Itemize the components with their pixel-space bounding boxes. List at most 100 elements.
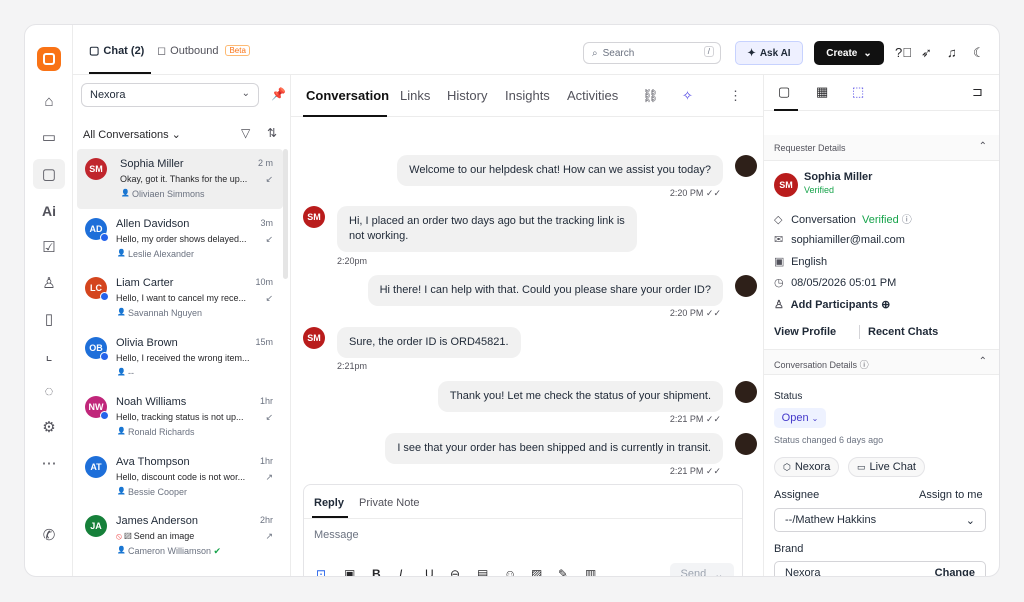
conversation-details-header[interactable]: Conversation Details ⓘ ⌃ xyxy=(764,349,999,375)
assignee-value: --/Mathew Hakkins xyxy=(785,514,877,526)
send-button[interactable]: Send ⌄ xyxy=(670,563,734,576)
conversation-item[interactable]: JA James Anderson 2hr ⦸ ▨ Send an image … xyxy=(73,506,283,566)
verified-label: Verified xyxy=(804,185,835,195)
ask-ai-label: Ask AI xyxy=(759,47,791,59)
requester-avatar: SM xyxy=(774,173,798,197)
last-message-text: Send an image xyxy=(133,531,195,541)
assigned-agent: -- xyxy=(117,368,134,378)
underline-icon[interactable]: U xyxy=(425,567,434,576)
shield-icon: ◇ xyxy=(774,214,783,226)
recent-chats-link[interactable]: Recent Chats xyxy=(868,326,938,338)
add-participants-button[interactable]: ♙ Add Participants ⊕ xyxy=(774,298,890,311)
user-icon[interactable]: ♙ xyxy=(37,271,61,295)
chevron-up-icon: ⌃ xyxy=(978,356,987,367)
link-icon[interactable]: ⛓ xyxy=(642,88,659,104)
tab-history[interactable]: History xyxy=(447,88,487,103)
ai-compose-icon[interactable]: ⊡ xyxy=(316,567,326,576)
more-vertical-icon[interactable]: ⋮ xyxy=(729,88,742,104)
conversation-panel: Conversation Links History Insights Acti… xyxy=(291,75,763,576)
conversation-item[interactable]: AT Ava Thompson 1hr Hello, discount code… xyxy=(73,447,283,507)
conversation-item[interactable]: SM Sophia Miller 2 m Okay, got it. Thank… xyxy=(77,149,283,209)
canned-response-icon[interactable]: ▣ xyxy=(344,567,355,576)
email-value: sophiamiller@mail.com xyxy=(791,234,905,246)
info-icon: ⓘ xyxy=(859,360,869,370)
chevron-up-icon: ⌃ xyxy=(978,141,987,152)
tab-outbound[interactable]: ◻ Outbound Beta xyxy=(157,44,250,57)
direction-icon: ↙ xyxy=(265,174,273,184)
contact-name: Allen Davidson xyxy=(116,217,190,230)
more-icon[interactable]: ⋯ xyxy=(37,451,61,475)
ticket-icon[interactable]: ▭ xyxy=(37,125,61,149)
status-select[interactable]: Open ⌄ xyxy=(774,408,826,428)
conversation-item[interactable]: NW Noah Williams 1hr Hello, tracking sta… xyxy=(73,387,283,447)
avatar-initials: AT xyxy=(90,461,102,472)
view-profile-link[interactable]: View Profile xyxy=(774,326,836,338)
search-input[interactable]: ⌕ Search / xyxy=(583,42,721,64)
agent-avatar xyxy=(735,275,757,297)
tab-activities[interactable]: Activities xyxy=(567,88,618,103)
emoji-icon[interactable]: ☺ xyxy=(504,567,516,576)
calendar-check-icon[interactable]: ☑ xyxy=(37,235,61,259)
double-check-icon: ✓✓ xyxy=(705,308,721,318)
file-code-icon[interactable]: ▤ xyxy=(477,567,488,576)
chat-icon: ▭ xyxy=(857,461,866,472)
tab-reply[interactable]: Reply xyxy=(314,497,344,509)
agent-avatar xyxy=(735,155,757,177)
chat-icon[interactable]: ▢ xyxy=(33,159,65,189)
bold-icon[interactable]: B xyxy=(372,567,381,576)
check-circle-icon[interactable]: ◌ xyxy=(37,379,61,403)
sort-icon[interactable]: ⇅ xyxy=(267,126,277,140)
gear-icon[interactable]: ⚙ xyxy=(37,415,61,439)
brand-chip: ⬡ Nexora xyxy=(774,457,840,477)
link-icon[interactable]: ⊖ xyxy=(450,567,460,576)
assigned-agent-name: Savannah Nguyen xyxy=(128,308,203,318)
ask-ai-button[interactable]: ✦ Ask AI xyxy=(735,41,803,65)
bell-icon[interactable]: ♫ xyxy=(947,45,957,60)
book-icon[interactable]: ▯ xyxy=(37,307,61,331)
requester-section-header[interactable]: Requester Details ⌃ xyxy=(764,135,999,161)
collapse-panel-icon[interactable]: ⊐ xyxy=(972,84,983,100)
scrollbar[interactable] xyxy=(283,149,288,279)
tab-insights[interactable]: Insights xyxy=(505,88,550,103)
create-label: Create xyxy=(826,47,858,59)
search-shortcut: / xyxy=(703,46,714,57)
moon-icon[interactable]: ☾ xyxy=(973,45,985,61)
ai-icon[interactable]: Ai xyxy=(37,199,61,223)
app-logo xyxy=(37,47,61,71)
image-icon[interactable]: ▨ xyxy=(531,567,542,576)
rocket-icon[interactable]: ➶ xyxy=(921,45,932,61)
create-button[interactable]: Create ⌄ xyxy=(814,41,884,65)
chat-details-icon[interactable]: ▢ xyxy=(778,84,790,100)
chart-icon[interactable]: ⌞ xyxy=(37,343,61,367)
change-brand-button[interactable]: Change xyxy=(935,567,975,576)
ai-insight-icon[interactable]: ⬚ xyxy=(852,84,864,100)
last-message: Hello, my order shows delayed... xyxy=(116,234,256,244)
filter-icon[interactable]: ▽ xyxy=(241,126,250,140)
conversation-item[interactable]: OB Olivia Brown 15m Hello, I received th… xyxy=(73,328,283,388)
avatar-initials: AD xyxy=(89,223,103,234)
inbox-select[interactable]: Nexora ⌄ xyxy=(81,83,259,107)
assignee-select[interactable]: --/Mathew Hakkins ⌄ xyxy=(774,508,986,532)
phone-icon[interactable]: ✆ xyxy=(37,523,61,547)
home-icon[interactable]: ⌂ xyxy=(37,89,61,113)
tab-chat[interactable]: ▢ Chat (2) xyxy=(89,44,144,58)
assign-to-me-link[interactable]: Assign to me xyxy=(919,489,983,501)
tab-private-note[interactable]: Private Note xyxy=(359,497,420,509)
help-icon[interactable]: ?⃝ xyxy=(895,45,912,60)
pin-icon[interactable]: 📌 xyxy=(271,87,286,101)
datetime-value: 08/05/2026 05:01 PM xyxy=(791,277,897,289)
conversation-item[interactable]: AD Allen Davidson 3m Hello, my order sho… xyxy=(73,209,283,269)
tab-conversation[interactable]: Conversation xyxy=(306,88,389,103)
brand-value: Nexora xyxy=(785,567,821,577)
agent-avatar xyxy=(735,381,757,403)
attachment-icon[interactable]: ✎ xyxy=(558,567,568,576)
italic-icon[interactable]: I xyxy=(399,567,402,576)
document-icon[interactable]: ▥ xyxy=(585,567,596,576)
message-input[interactable]: Message xyxy=(314,529,359,541)
tab-links[interactable]: Links xyxy=(400,88,430,103)
conversation-filter[interactable]: All Conversations ⌄ xyxy=(83,128,181,141)
conversation-item[interactable]: LC Liam Carter 10m Hello, I want to canc… xyxy=(73,268,283,328)
no-entry-icon: ⦸ xyxy=(116,531,122,541)
grid-icon[interactable]: ▦ xyxy=(816,84,828,100)
sparkle-icon[interactable]: ✧ xyxy=(682,88,693,104)
